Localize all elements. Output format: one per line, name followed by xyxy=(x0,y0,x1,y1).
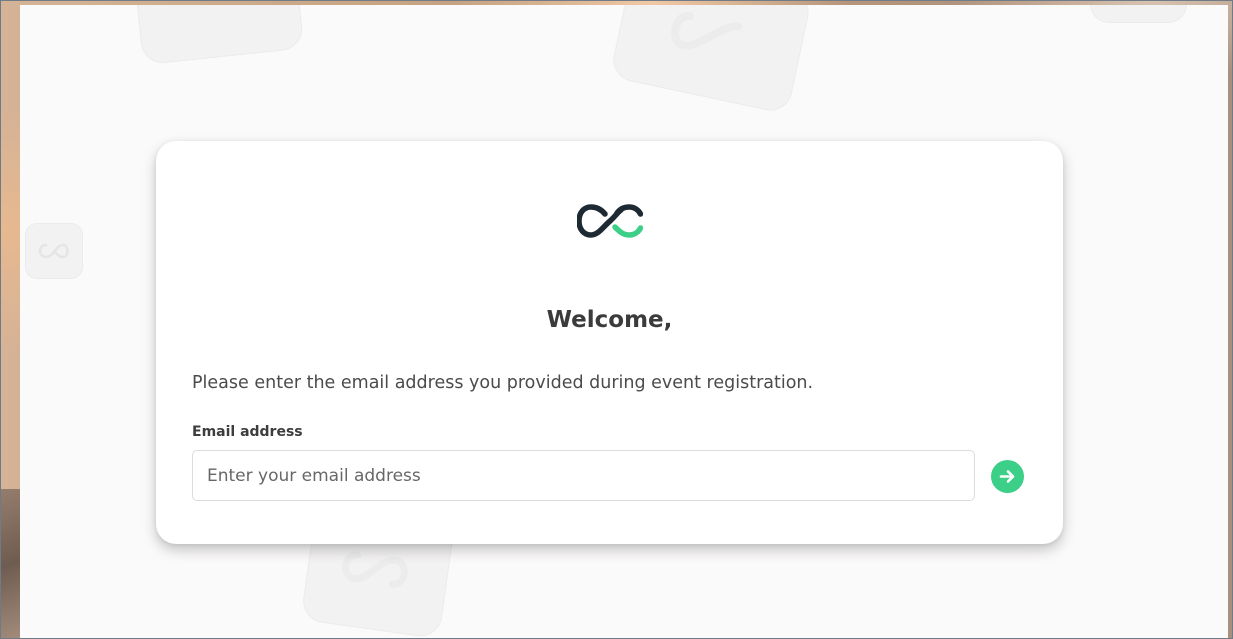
background-photo-detail xyxy=(0,489,22,639)
login-card: Welcome, Please enter the email address … xyxy=(156,141,1063,544)
instructions-text: Please enter the email address you provi… xyxy=(192,373,814,393)
faded-logo-icon xyxy=(38,243,69,259)
faded-logo-icon xyxy=(671,12,743,50)
arrow-right-icon xyxy=(999,470,1015,483)
welcome-heading: Welcome, xyxy=(546,307,673,333)
email-input[interactable] xyxy=(192,450,975,501)
background-logo-tile xyxy=(25,223,83,279)
page: Welcome, Please enter the email address … xyxy=(0,0,1233,639)
background-logo-tile xyxy=(133,5,305,66)
email-label: Email address xyxy=(192,424,303,440)
background-logo-tile xyxy=(609,5,813,115)
background-logo-tile xyxy=(1090,5,1187,23)
faded-logo-icon xyxy=(342,551,408,588)
submit-button[interactable] xyxy=(991,460,1024,493)
infinity-logo-icon xyxy=(576,204,643,238)
